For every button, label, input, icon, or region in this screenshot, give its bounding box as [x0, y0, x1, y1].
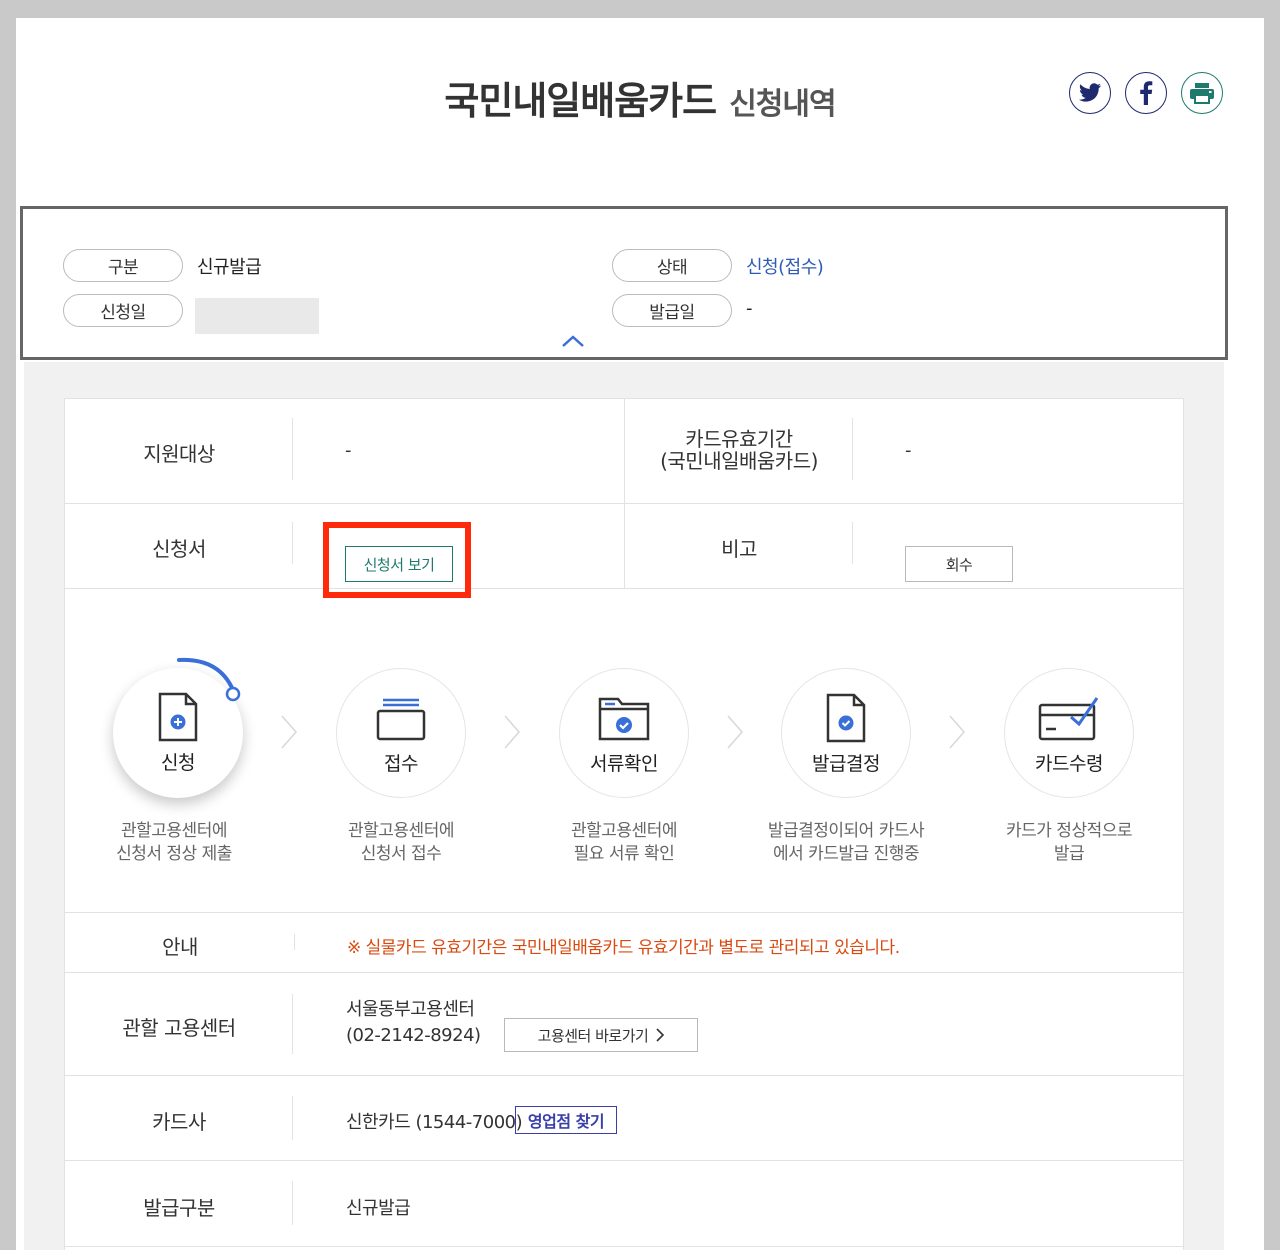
summary-panel: 구분 신규발급 상태 신청(접수) 신청일 발급일 -: [20, 206, 1228, 360]
card-company-value: 신한카드 (1544-7000): [346, 1112, 523, 1133]
step-desc-line: 신청서 접수: [360, 844, 442, 864]
validity-label: 카드유효기간 (국민내일배움카드): [625, 428, 853, 472]
chevron-right-icon: [656, 1028, 665, 1042]
issue-type-label: 발급구분: [143, 1196, 215, 1220]
facebook-share-button[interactable]: [1125, 72, 1167, 114]
twitter-icon: [1079, 83, 1101, 102]
step-name: 발급결정: [812, 753, 880, 775]
facebook-icon: [1140, 81, 1153, 105]
step-desc-line: 발급결정이되어 카드사: [767, 821, 925, 841]
page: 국민내일배움카드 신청내역 구분 신규발급 상태 신청(접수) 신청일 발급일 …: [16, 18, 1264, 1250]
application-label: 신청서: [152, 537, 206, 561]
divider: [65, 972, 1183, 973]
status-value: 신청(접수): [746, 257, 824, 278]
withdraw-button[interactable]: 회수: [905, 546, 1013, 582]
step-name: 서류확인: [590, 753, 658, 775]
validity-label-line2: (국민내일배움카드): [660, 449, 818, 473]
center-info: 서울동부고용센터 (02-2142-8924): [346, 997, 481, 1049]
divider: [65, 1160, 1183, 1161]
step-desc-line: 필요 서류 확인: [573, 844, 675, 864]
view-application-button[interactable]: 신청서 보기: [345, 546, 453, 582]
chevron-right-icon: [727, 715, 743, 749]
support-value: -: [345, 440, 352, 461]
issue-date-label: 발급일: [612, 294, 732, 327]
folder-check-icon: [598, 697, 650, 741]
chevron-right-icon: [504, 715, 520, 749]
step-description: 카드가 정상적으로발급: [974, 820, 1164, 866]
apply-date-label: 신청일: [63, 294, 183, 327]
step-desc-line: 관할고용센터에: [348, 821, 454, 841]
go-to-center-label: 고용센터 바로가기: [537, 1026, 649, 1045]
step-name: 카드수령: [1035, 753, 1103, 775]
print-button[interactable]: [1181, 72, 1223, 114]
step-name: 신청: [161, 752, 195, 774]
divider: [65, 588, 1183, 589]
step-desc-line: 신청서 정상 제출: [116, 844, 232, 864]
step-description: 관할고용센터에필요 서류 확인: [529, 820, 719, 866]
type-label: 구분: [63, 249, 183, 282]
step-desc-line: 발급: [1053, 844, 1085, 864]
page-title-sub: 신청내역: [729, 87, 836, 122]
step-receipt: 접수: [336, 668, 466, 798]
twitter-share-button[interactable]: [1069, 72, 1111, 114]
step-document-check: 서류확인: [559, 668, 689, 798]
remark-label: 비고: [721, 537, 757, 561]
center-phone: (02-2142-8924): [346, 1025, 481, 1046]
divider: [65, 912, 1183, 913]
step-desc-line: 관할고용센터에: [571, 821, 677, 841]
find-branch-button[interactable]: 영업점 찾기: [515, 1106, 617, 1134]
step-description: 관할고용센터에신청서 정상 제출: [79, 820, 269, 866]
type-value: 신규발급: [197, 257, 262, 278]
step-desc-line: 관할고용센터에: [121, 821, 227, 841]
issue-type-value: 신규발급: [346, 1198, 411, 1219]
divider: [65, 1246, 1183, 1247]
page-title-main: 국민내일배움카드: [444, 79, 717, 123]
card-company-label: 카드사: [152, 1110, 206, 1134]
inbox-icon: [376, 698, 426, 741]
chevron-right-icon: [281, 715, 297, 749]
step-name: 접수: [384, 753, 418, 775]
apply-date-redacted: [195, 298, 319, 334]
step-issue-decision: 발급결정: [781, 668, 911, 798]
detail-card: 지원대상 - 카드유효기간 (국민내일배움카드) - 신청서 신청서 보기 비고…: [64, 398, 1184, 1250]
step-description: 발급결정이되어 카드사에서 카드발급 진행중: [751, 820, 941, 866]
notice-label: 안내: [162, 935, 198, 959]
document-check-icon: [826, 693, 866, 743]
notice-text: ※ 실물카드 유효기간은 국민내일배움카드 유효기간과 별도로 관리되고 있습니…: [347, 938, 900, 958]
progress-arc-icon: [177, 657, 241, 702]
validity-value: -: [905, 440, 912, 461]
divider: [65, 1075, 1183, 1076]
card-check-icon: [1038, 697, 1099, 741]
support-label: 지원대상: [143, 442, 215, 466]
step-description: 관할고용센터에신청서 접수: [306, 820, 496, 866]
chevron-right-icon: [949, 715, 965, 749]
validity-label-line1: 카드유효기간: [685, 427, 793, 451]
collapse-chevron-icon[interactable]: [559, 333, 587, 349]
center-label: 관할 고용센터: [122, 1016, 236, 1040]
go-to-center-button[interactable]: 고용센터 바로가기: [504, 1018, 698, 1052]
step-card-receipt: 카드수령: [1004, 668, 1134, 798]
status-label: 상태: [612, 249, 732, 282]
step-desc-line: 에서 카드발급 진행중: [772, 844, 920, 864]
print-icon: [1190, 83, 1214, 104]
issue-date-value: -: [746, 298, 753, 319]
step-desc-line: 카드가 정상적으로: [1005, 821, 1133, 841]
center-name: 서울동부고용센터: [346, 999, 475, 1020]
